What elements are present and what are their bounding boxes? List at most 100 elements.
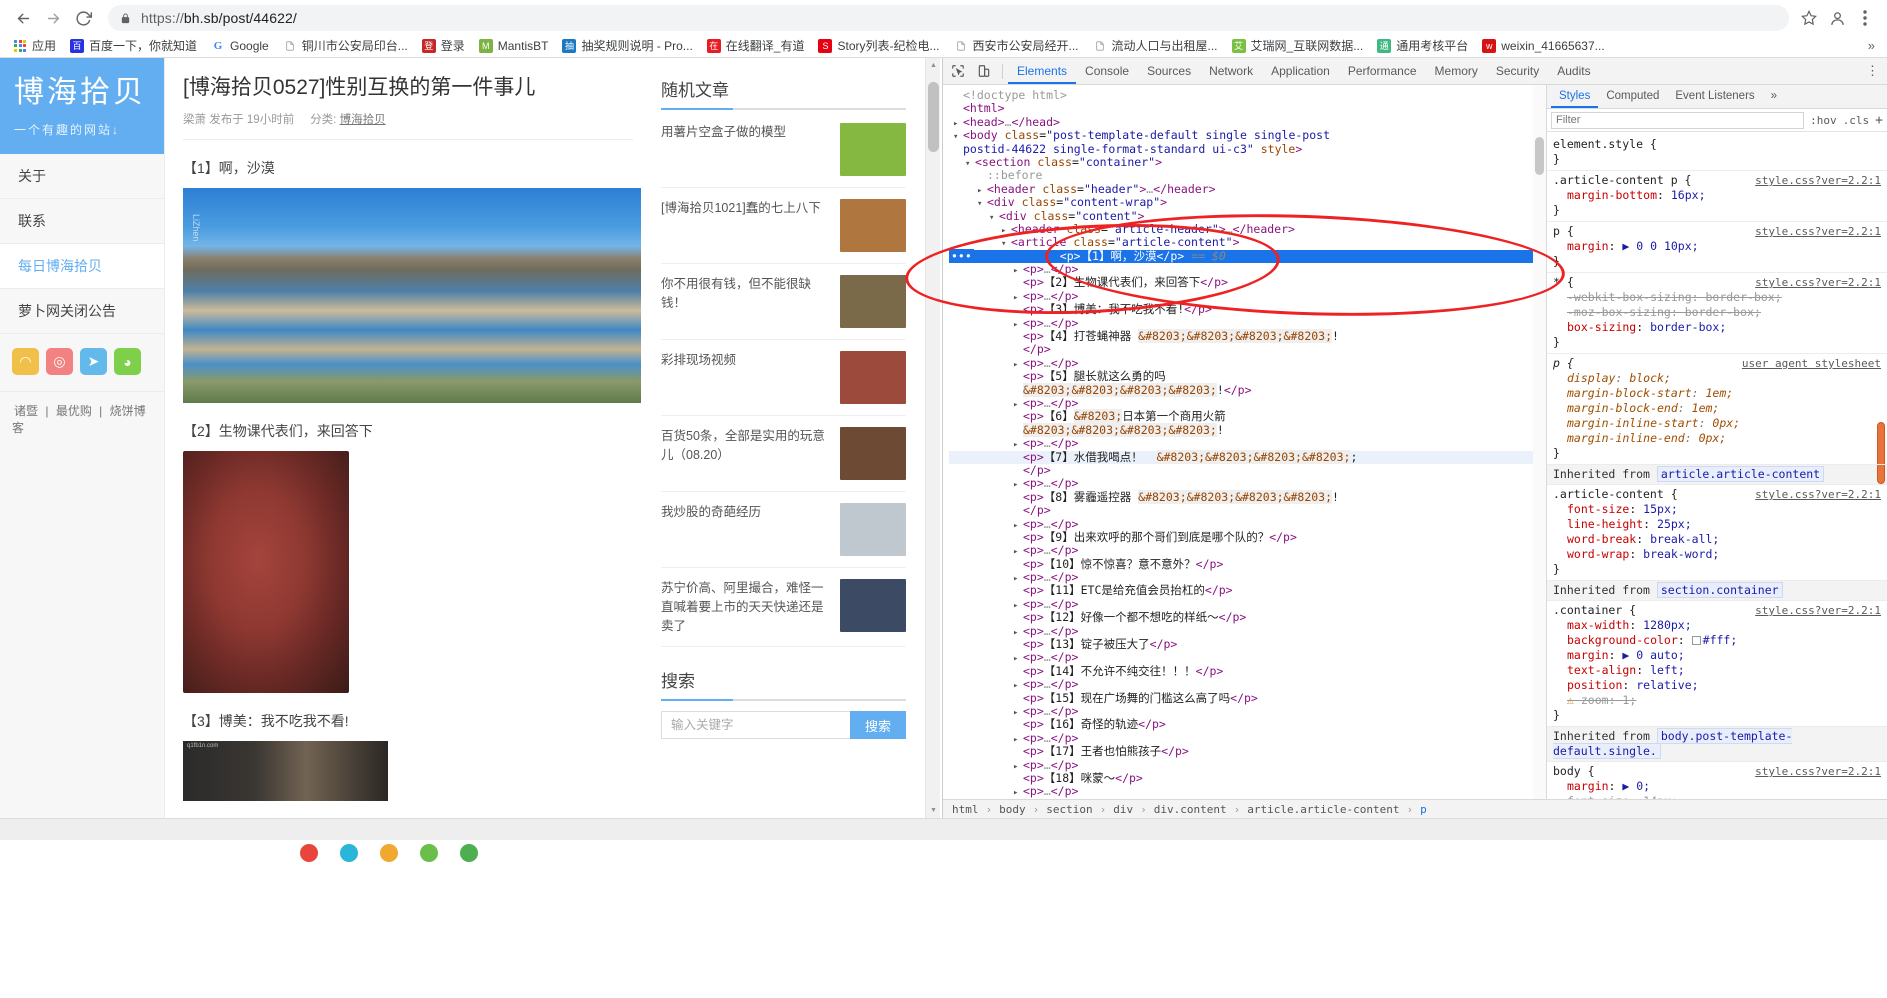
dom-node-line[interactable]: &#8203;&#8203;&#8203;&#8203;! (949, 422, 1546, 437)
dom-node-line[interactable]: <p>【3】博美：我不吃我不看!</p> (949, 303, 1546, 316)
dom-tree[interactable]: <!doctype html> <html> ▸ <head>…</head> ▾ <bo… (943, 85, 1546, 799)
style-source-link[interactable]: style.css?ver=2.2:1 (1755, 173, 1881, 188)
dock-icon-2[interactable] (340, 844, 358, 862)
style-declaration[interactable]: display: block; (1553, 371, 1881, 386)
dom-scrollbar-thumb[interactable] (1535, 137, 1544, 175)
style-selector[interactable]: element.style { (1553, 137, 1881, 152)
page-scrollbar-thumb[interactable] (928, 82, 939, 152)
rss-icon[interactable]: ◠ (12, 348, 39, 375)
hov-toggle[interactable]: :hov (1810, 114, 1837, 127)
style-declaration[interactable]: margin-block-start: 1em; (1553, 386, 1881, 401)
style-declaration[interactable]: word-wrap: break-word; (1553, 547, 1881, 562)
style-declaration[interactable]: box-sizing: border-box; (1553, 320, 1881, 335)
dom-node-line[interactable]: </p> (949, 343, 1546, 356)
dom-node-line[interactable]: ▸ <p>…</p> (949, 570, 1546, 584)
reload-button[interactable] (68, 3, 98, 33)
style-declaration[interactable]: -webkit-box-sizing: border-box; (1553, 290, 1881, 305)
dom-node-line[interactable]: ▾ <div class="content"> (949, 209, 1546, 223)
devtools-tab-console[interactable]: Console (1076, 58, 1138, 84)
styles-tabs-overflow-icon[interactable]: » (1763, 85, 1785, 108)
dock-icon-1[interactable] (300, 844, 318, 862)
dom-node-line[interactable]: <p>【8】雾霾遥控器 &#8203;&#8203;&#8203;&#8203;… (949, 489, 1546, 504)
random-article-title[interactable]: 百货50条，全部是实用的玩意儿（08.20） (661, 427, 832, 465)
dom-node-line[interactable]: ▾ <body class="post-template-default sing… (949, 128, 1546, 142)
style-declaration[interactable]: word-break: break-all; (1553, 532, 1881, 547)
random-article-title[interactable]: 我炒股的奇葩经历 (661, 503, 832, 522)
address-bar[interactable]: https://bh.sb/post/44622/ (108, 5, 1789, 31)
style-declaration[interactable]: margin-inline-end: 0px; (1553, 431, 1881, 446)
dom-node-line[interactable]: ▸ <p>…</p> (949, 624, 1546, 638)
inherited-from-selector[interactable]: section.container (1656, 582, 1783, 598)
dom-node-line[interactable]: <p>【9】出来欢呼的那个哥们到底是哪个队的？</p> (949, 530, 1546, 544)
breadcrumb-item[interactable]: p (1417, 803, 1430, 816)
style-declaration[interactable]: margin: ▶ 0 0 10px; (1553, 239, 1881, 254)
style-declaration[interactable]: margin-inline-start: 0px; (1553, 416, 1881, 431)
styles-tab-computed[interactable]: Computed (1598, 85, 1667, 108)
dom-node-line[interactable]: ▸ <header class="header">…</header> (949, 182, 1546, 196)
dom-node-line[interactable]: ▸ <p>…</p> (949, 396, 1546, 410)
breadcrumb-item[interactable]: div.content (1151, 803, 1230, 816)
style-declaration[interactable]: line-height: 25px; (1553, 517, 1881, 532)
telegram-icon[interactable]: ➤ (80, 348, 107, 375)
style-declaration[interactable]: max-width: 1280px; (1553, 618, 1881, 633)
new-style-rule-button[interactable]: + (1875, 113, 1883, 128)
dom-node-line[interactable]: ▸ <head>…</head> (949, 115, 1546, 129)
random-article-title[interactable]: 用薯片空盒子做的模型 (661, 123, 832, 142)
bookmark-item[interactable]: 艾艾瑞网_互联网数据... (1225, 35, 1371, 56)
devtools-tab-memory[interactable]: Memory (1426, 58, 1487, 84)
dom-node-line[interactable]: postid-44622 single-format-standard ui-c… (949, 142, 1546, 156)
dom-node-line[interactable]: <p>【14】不允许不纯交往！！！</p> (949, 664, 1546, 678)
random-article-title[interactable]: 苏宁价高、阿里撮合，难怪一直喊着要上市的天天快递还是卖了 (661, 579, 832, 635)
dom-node-line[interactable]: ▸ <p>…</p> (949, 356, 1546, 370)
list-item[interactable]: 百货50条，全部是实用的玩意儿（08.20） (661, 416, 906, 492)
devtools-tab-audits[interactable]: Audits (1548, 58, 1599, 84)
bookmark-item[interactable]: w weixin_41665637... (1475, 37, 1611, 55)
dock-icon-3[interactable] (380, 844, 398, 862)
dom-node-line[interactable]: <p>【15】现在广场舞的门槛这么高了吗</p> (949, 691, 1546, 705)
style-declaration[interactable]: font-size: 15px; (1553, 502, 1881, 517)
search-button[interactable]: 搜索 (850, 711, 906, 740)
site-branding[interactable]: 博海拾贝 一个有趣的网站↓ (0, 58, 164, 154)
bookmark-item[interactable]: S Story列表-纪检电... (811, 35, 946, 56)
scroll-down-arrow[interactable]: ▼ (926, 803, 941, 818)
list-item[interactable]: 你不用很有钱，但不能很缺钱！ (661, 264, 906, 340)
style-declaration[interactable]: -moz-box-sizing: border-box; (1553, 305, 1881, 320)
dom-node-line[interactable]: ▸ <p>…</p> (949, 544, 1546, 558)
style-declaration[interactable]: margin: ▶ 0; (1553, 779, 1881, 794)
styles-tab-styles[interactable]: Styles (1551, 85, 1599, 108)
dock-icon-4[interactable] (420, 844, 438, 862)
list-item[interactable]: 彩排现场视频 (661, 340, 906, 416)
bookmark-item[interactable]: 西安市公安局经开... (947, 35, 1086, 56)
dom-node-line[interactable]: <p>【13】锭子被压大了</p> (949, 637, 1546, 651)
random-article-title[interactable]: 彩排现场视频 (661, 351, 832, 370)
dom-node-line[interactable]: <p>【16】奇怪的轨迹</p> (949, 718, 1546, 731)
dom-node-line[interactable]: <html> (949, 102, 1546, 115)
dom-node-line[interactable]: ▸ <p>…</p> (949, 262, 1546, 276)
scroll-up-arrow[interactable]: ▲ (926, 58, 941, 73)
style-source-link[interactable]: style.css?ver=2.2:1 (1755, 764, 1881, 779)
dom-node-line[interactable]: </p> (949, 463, 1546, 477)
dom-node-line[interactable]: ▸ <p>…</p> (949, 289, 1546, 303)
bookmark-item[interactable]: 抽抽奖规则说明 - Pro... (555, 35, 699, 56)
dom-node-line[interactable]: ▾ <section class="container"> (949, 155, 1546, 169)
style-source-link[interactable]: style.css?ver=2.2:1 (1755, 487, 1881, 502)
random-article-title[interactable]: 你不用很有钱，但不能很缺钱！ (661, 275, 832, 313)
style-source-link[interactable]: user agent stylesheet (1742, 356, 1881, 371)
devtools-tab-sources[interactable]: Sources (1138, 58, 1200, 84)
wechat-icon[interactable]: ◕ (114, 348, 141, 375)
footer-link[interactable]: 最优购 (56, 404, 92, 418)
style-source-link[interactable]: style.css?ver=2.2:1 (1755, 603, 1881, 618)
dom-node-line[interactable]: ▾ <div class="content-wrap"> (949, 195, 1546, 209)
devtools-tab-network[interactable]: Network (1200, 58, 1262, 84)
sidebar-item-active[interactable]: 每日博海拾贝 (0, 244, 164, 289)
dom-node-line[interactable]: &#8203;&#8203;&#8203;&#8203;!</p> (949, 382, 1546, 397)
profile-icon[interactable] (1823, 4, 1851, 32)
devtools-tab-performance[interactable]: Performance (1339, 58, 1426, 84)
list-item[interactable]: [博海拾贝1021]蠢的七上八下 (661, 188, 906, 264)
dom-node-line[interactable]: ▸ <p>…</p> (949, 477, 1546, 491)
dom-node-line[interactable]: ▾ <article class="article-content"> (949, 235, 1546, 249)
dom-node-line[interactable]: ▸ <p>…</p> (949, 597, 1546, 611)
dom-node-line[interactable]: <p>【6】&#8203;日本第一个商用火箭 (949, 409, 1546, 424)
dom-node-line[interactable]: <p>【17】王者也怕熊孩子</p> (949, 744, 1546, 758)
style-declaration[interactable]: background-color: #fff; (1553, 633, 1881, 648)
